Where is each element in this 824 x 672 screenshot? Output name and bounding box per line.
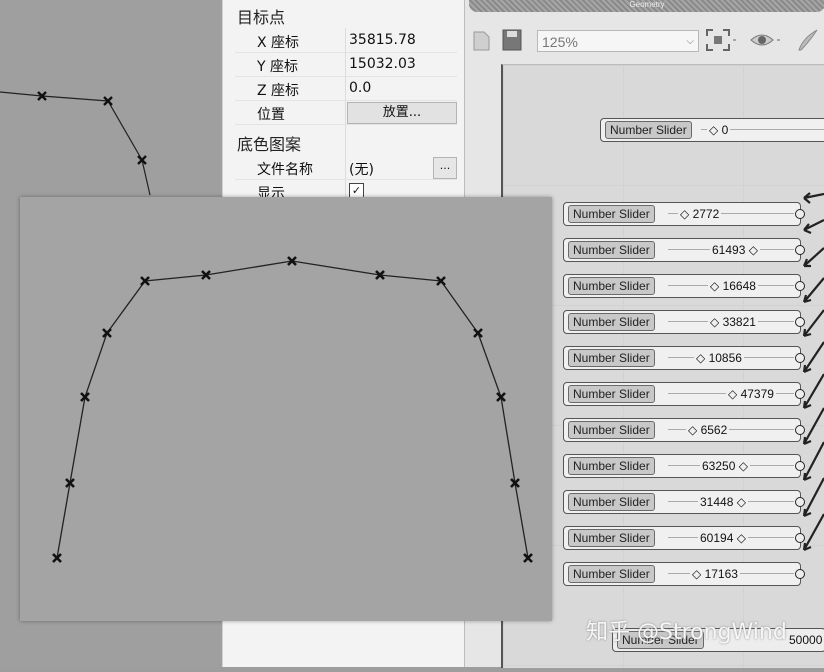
place-button[interactable]: 放置... xyxy=(347,102,457,124)
number-slider[interactable]: Number Slider 63250 ◇ xyxy=(563,454,805,478)
slider-value[interactable]: ◇ 17163 xyxy=(690,566,740,582)
slider-label: Number Slider xyxy=(568,529,655,547)
z-coordinate-row[interactable]: Z 座标 0.0 xyxy=(235,76,457,101)
file-name-value[interactable]: (无) xyxy=(349,159,374,179)
slider-value[interactable]: ◇ 2772 xyxy=(678,206,722,222)
save-icon[interactable] xyxy=(501,28,523,52)
number-slider[interactable]: Number Slider ◇ 17163 xyxy=(563,562,805,586)
slider-value[interactable]: ◇ 33821 xyxy=(708,314,758,330)
slider-value[interactable]: 63250 ◇ xyxy=(700,458,750,474)
slider-label: Number Slider xyxy=(568,349,655,367)
number-slider[interactable]: Number Slider ◇ 10856 xyxy=(563,346,805,370)
curve-preview-window[interactable] xyxy=(20,197,552,621)
slider-label: Number Slider xyxy=(568,493,655,511)
slider-label: Number Slider xyxy=(568,457,655,475)
slider-label: Number Slider xyxy=(568,385,655,403)
slider-value[interactable]: ◇ 6562 xyxy=(686,422,730,438)
slider-label: Number Slider xyxy=(568,277,655,295)
number-slider-top[interactable]: Number Slider ◇ 0 xyxy=(600,118,824,142)
position-label: 位置 xyxy=(257,107,285,123)
slider-value[interactable]: 61493 ◇ xyxy=(710,242,760,258)
slider-label: Number Slider xyxy=(568,313,655,331)
component-tab-ribbon[interactable]: Geometry xyxy=(469,0,824,12)
canvas-toolbar: 125% ⌵ xyxy=(465,22,824,60)
number-slider[interactable]: Number Slider 61493 ◇ xyxy=(563,238,805,262)
number-slider[interactable]: Number Slider ◇ 6562 xyxy=(563,418,805,442)
browse-button[interactable]: ... xyxy=(433,157,457,179)
x-coordinate-row[interactable]: X 座标 35815.78 xyxy=(235,28,457,53)
slider-value[interactable]: ◇ 47379 xyxy=(726,386,776,402)
z-coordinate-label: Z 座标 xyxy=(257,83,300,99)
number-slider[interactable]: Number Slider 31448 ◇ xyxy=(563,490,805,514)
x-coordinate-label: X 座标 xyxy=(257,35,300,51)
file-name-row: 文件名称 (无) ... xyxy=(235,155,457,180)
z-coordinate-value[interactable]: 0.0 xyxy=(349,80,371,96)
number-slider[interactable]: Number Slider ◇ 33821 xyxy=(563,310,805,334)
slider-label: Number Slider xyxy=(568,565,655,583)
slider-value[interactable]: 31448 ◇ xyxy=(698,494,748,510)
slider-value[interactable]: ◇ 0 xyxy=(707,122,731,138)
y-coordinate-row[interactable]: Y 座标 15032.03 xyxy=(235,52,457,77)
wire-connections xyxy=(802,192,824,552)
arch-curve xyxy=(52,256,533,563)
slider-value[interactable]: ◇ 16648 xyxy=(708,278,758,294)
watermark: 知乎 @StrongWind xyxy=(586,620,787,645)
slider-value[interactable]: ◇ 10856 xyxy=(694,350,744,366)
slider-value[interactable]: 60194 ◇ xyxy=(698,530,748,546)
preview-eye-icon[interactable] xyxy=(749,28,783,52)
slider-label: Number Slider xyxy=(568,205,655,223)
target-section-title: 目标点 xyxy=(237,8,286,27)
y-coordinate-label: Y 座标 xyxy=(257,59,299,75)
zoom-extents-icon[interactable] xyxy=(705,28,739,52)
y-coordinate-value[interactable]: 15032.03 xyxy=(349,56,416,72)
number-slider[interactable]: Number Slider ◇ 2772 xyxy=(563,202,805,226)
slider-label: Number Slider xyxy=(568,241,655,259)
slider-label: Number Slider xyxy=(605,121,692,139)
bg-section-title: 底色图案 xyxy=(237,135,302,154)
slider-label: Number Slider xyxy=(568,421,655,439)
number-slider[interactable]: Number Slider 60194 ◇ xyxy=(563,526,805,550)
zoom-dropdown[interactable]: 125% ⌵ xyxy=(537,30,699,52)
number-slider[interactable]: Number Slider ◇ 47379 xyxy=(563,382,805,406)
file-name-label: 文件名称 xyxy=(257,162,313,178)
number-slider[interactable]: Number Slider ◇ 16648 xyxy=(563,274,805,298)
position-row: 位置 放置... xyxy=(235,100,457,125)
slider-value[interactable]: 50000 xyxy=(789,632,822,648)
chevron-down-icon: ⌵ xyxy=(686,36,694,47)
brush-icon[interactable] xyxy=(795,28,823,52)
open-file-icon[interactable] xyxy=(471,28,493,52)
show-checkbox[interactable]: ✓ xyxy=(349,183,364,198)
x-coordinate-value[interactable]: 35815.78 xyxy=(349,32,416,48)
zoom-value: 125% xyxy=(542,34,578,50)
